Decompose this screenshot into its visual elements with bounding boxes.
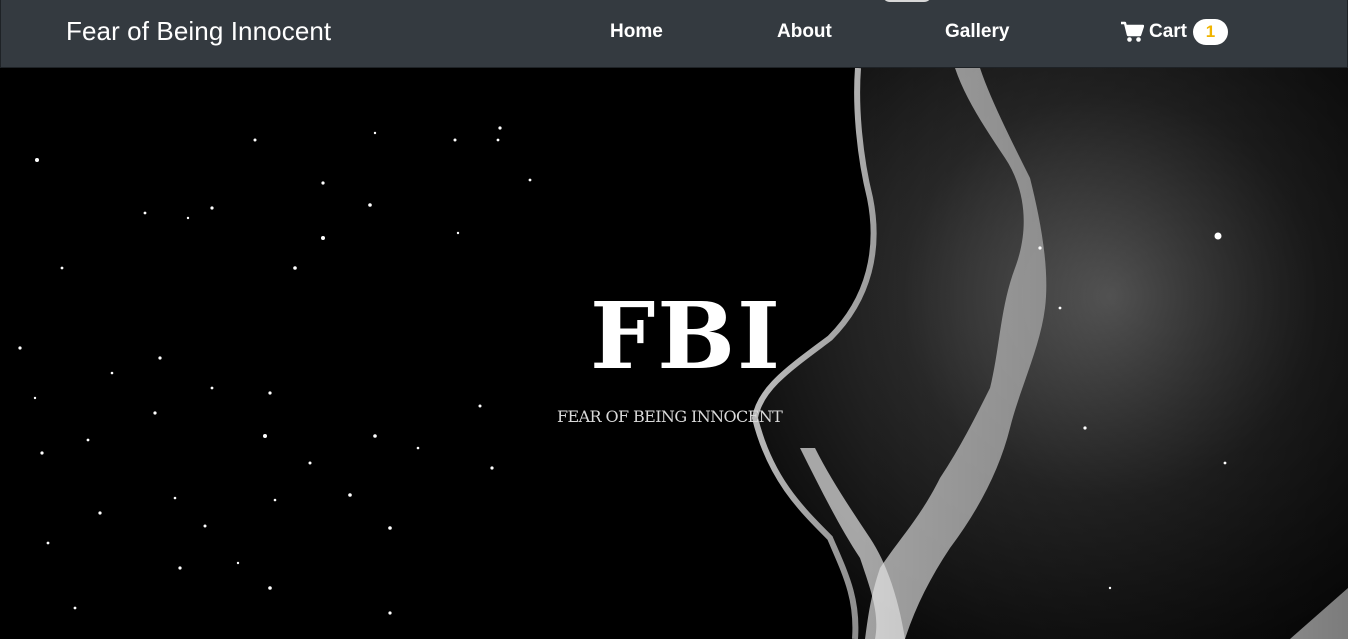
cart-count-badge: 1 <box>1193 19 1229 45</box>
nav-home-link[interactable]: Home <box>610 21 663 43</box>
shopping-cart-icon <box>1120 21 1145 43</box>
top-navbar: Fear of Being Innocent Home About Galler… <box>0 0 1348 68</box>
top-notch-decoration <box>882 0 932 2</box>
nav-about-link[interactable]: About <box>777 21 832 43</box>
nav-cart-link[interactable]: Cart 1 <box>1120 17 1229 47</box>
brand-link[interactable]: Fear of Being Innocent <box>66 16 331 47</box>
hero-logo-title: FBI <box>589 282 783 390</box>
cart-label: Cart <box>1149 21 1188 42</box>
hero-banner: FBI FEAR OF BEING INNOCENT <box>0 68 1348 639</box>
nav-gallery-link[interactable]: Gallery <box>945 21 1009 43</box>
hero-logo-subtitle: FEAR OF BEING INNOCENT <box>557 407 783 426</box>
